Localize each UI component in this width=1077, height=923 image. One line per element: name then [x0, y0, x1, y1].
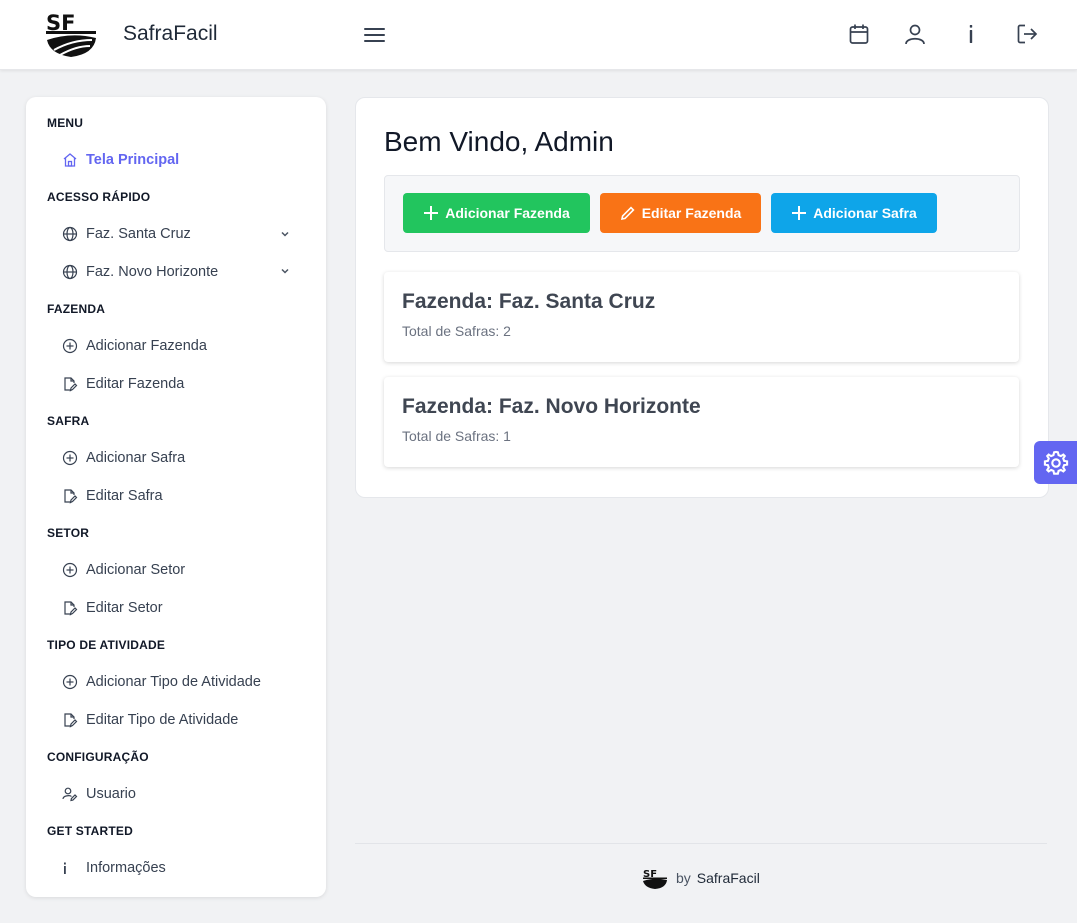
safrafacil-logo: SF	[643, 869, 667, 889]
brand-name: SafraFacil	[123, 22, 218, 45]
sidebar-item-editar-setor[interactable]: Editar Setor	[62, 596, 163, 620]
sidebar-item-label: Faz. Santa Cruz	[86, 226, 191, 242]
farm-card-santa-cruz[interactable]: Fazenda: Faz. Santa Cruz Total de Safras…	[384, 272, 1019, 362]
sidebar-item-label: Adicionar Safra	[86, 450, 186, 466]
farm-subtitle: Total de Safras: 1	[402, 428, 511, 444]
top-bar: SF SafraFacil	[0, 0, 1077, 70]
sidebar-item-label: Adicionar Fazenda	[86, 338, 207, 354]
farm-title: Fazenda: Faz. Santa Cruz	[402, 290, 656, 313]
globe-icon	[62, 264, 78, 280]
section-title-setor: SETOR	[47, 526, 90, 540]
section-title-safra: SAFRA	[47, 414, 90, 428]
farm-card-novo-horizonte[interactable]: Fazenda: Faz. Novo Horizonte Total de Sa…	[384, 377, 1019, 467]
sidebar-item-label: Usuario	[86, 786, 136, 802]
sidebar-item-adicionar-fazenda[interactable]: Adicionar Fazenda	[62, 334, 207, 358]
farm-subtitle: Total de Safras: 2	[402, 323, 511, 339]
sidebar-item-label: Faz. Novo Horizonte	[86, 264, 219, 280]
sidebar-item-tela-principal[interactable]: Tela Principal	[62, 148, 179, 172]
sidebar-item-label: Editar Safra	[86, 488, 163, 504]
farm-title: Fazenda: Faz. Novo Horizonte	[402, 395, 701, 418]
sidebar: MENU Tela Principal ACESSO RÁPIDO Faz. S…	[26, 97, 326, 897]
calendar-icon[interactable]	[847, 22, 871, 46]
footer-brand: SafraFacil	[696, 870, 760, 886]
sidebar-item-faz-novo-horizonte[interactable]: Faz. Novo Horizonte	[62, 260, 218, 284]
add-safra-button[interactable]: Adicionar Safra	[771, 193, 937, 233]
sidebar-item-label: Informações	[86, 860, 166, 876]
plus-icon	[424, 206, 439, 220]
info-icon[interactable]	[959, 22, 983, 46]
edit-file-icon	[64, 713, 78, 728]
section-title-tipo-de-atividade: TIPO DE ATIVIDADE	[47, 638, 166, 652]
plus-circle-icon	[62, 674, 78, 690]
edit-file-icon	[64, 377, 78, 392]
footer-by: by	[676, 870, 691, 886]
settings-button[interactable]	[1034, 441, 1077, 484]
sidebar-item-label: Adicionar Setor	[86, 562, 186, 578]
button-label: Adicionar Safra	[813, 205, 917, 221]
sidebar-item-adicionar-tipo-de-atividade[interactable]: Adicionar Tipo de Atividade	[62, 670, 261, 694]
edit-file-icon	[64, 601, 78, 616]
plus-circle-icon	[62, 562, 78, 578]
page-title: Bem Vindo, Admin	[384, 126, 614, 157]
section-title-fazenda: FAZENDA	[47, 302, 106, 316]
sidebar-item-label: Tela Principal	[86, 152, 180, 168]
add-fazenda-button[interactable]: Adicionar Fazenda	[403, 193, 590, 233]
section-title-acesso-rapido: ACESSO RÁPIDO	[47, 190, 151, 204]
section-title-menu: MENU	[47, 116, 84, 130]
sidebar-item-label: Editar Tipo de Atividade	[86, 712, 239, 728]
chevron-down-icon[interactable]	[279, 265, 291, 277]
sidebar-item-editar-fazenda[interactable]: Editar Fazenda	[62, 372, 184, 396]
edit-file-icon	[64, 489, 78, 504]
sidebar-item-usuario[interactable]: Usuario	[62, 782, 136, 806]
sidebar-item-label: Adicionar Tipo de Atividade	[86, 674, 261, 690]
footer-divider	[355, 843, 1047, 844]
button-label: Adicionar Fazenda	[445, 205, 570, 221]
button-label: Editar Fazenda	[641, 205, 742, 221]
sidebar-item-informacoes[interactable]: Informações	[62, 856, 166, 880]
user-icon[interactable]	[903, 22, 927, 46]
main-card: Bem Vindo, Admin Adicionar Fazenda Edita…	[355, 97, 1049, 498]
info-icon	[64, 862, 66, 874]
sidebar-item-label: Editar Setor	[86, 600, 163, 616]
section-title-configuracao: CONFIGURAÇÃO	[47, 750, 149, 764]
sidebar-item-editar-safra[interactable]: Editar Safra	[62, 484, 163, 508]
chevron-down-icon[interactable]	[279, 228, 291, 240]
hamburger-menu-icon[interactable]	[363, 24, 387, 46]
sidebar-item-adicionar-setor[interactable]: Adicionar Setor	[62, 558, 185, 582]
plus-circle-icon	[62, 338, 78, 354]
logout-icon[interactable]	[1015, 22, 1039, 46]
sidebar-item-label: Editar Fazenda	[86, 376, 185, 392]
section-title-get-started: GET STARTED	[47, 824, 133, 838]
sidebar-item-faz-santa-cruz[interactable]: Faz. Santa Cruz	[62, 222, 191, 246]
home-icon	[63, 153, 77, 167]
sidebar-item-adicionar-safra[interactable]: Adicionar Safra	[62, 446, 185, 470]
footer: SF by SafraFacil	[642, 866, 760, 890]
gear-icon	[1043, 450, 1068, 475]
plus-circle-icon	[62, 450, 78, 466]
safrafacil-logo[interactable]: SF	[44, 10, 98, 58]
sidebar-item-editar-tipo-de-atividade[interactable]: Editar Tipo de Atividade	[62, 708, 238, 732]
user-edit-icon	[62, 787, 78, 802]
edit-fazenda-button[interactable]: Editar Fazenda	[600, 193, 761, 233]
pencil-icon	[620, 206, 635, 221]
globe-icon	[62, 226, 78, 242]
action-toolbar: Adicionar Fazenda Editar Fazenda Adicion…	[384, 175, 1020, 252]
plus-icon	[792, 206, 807, 220]
